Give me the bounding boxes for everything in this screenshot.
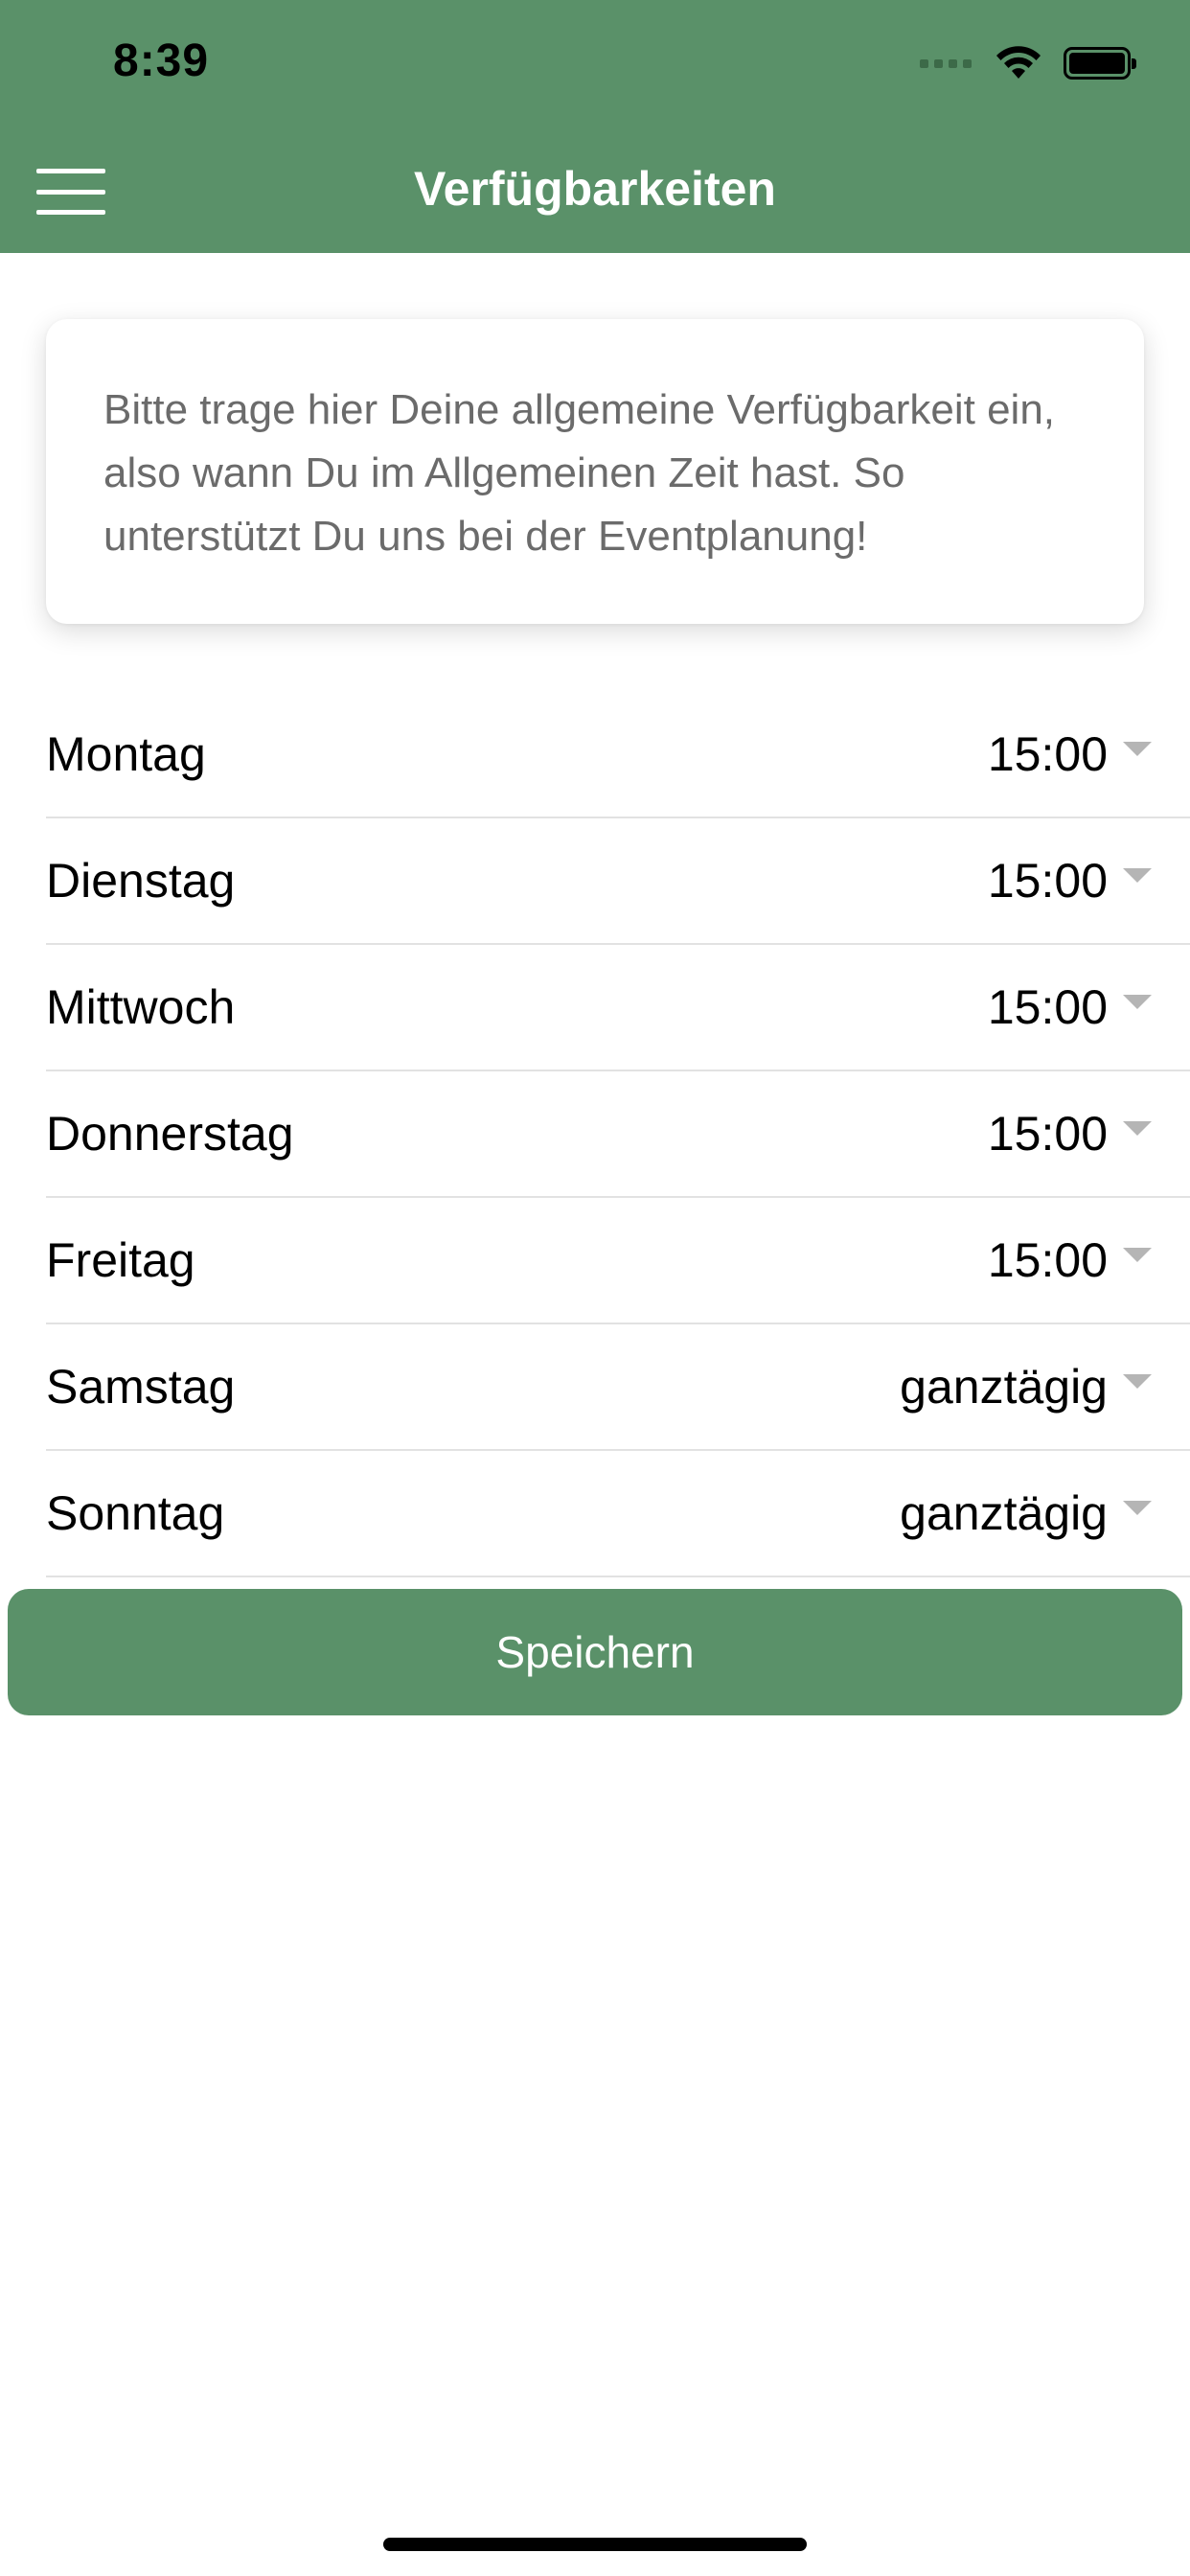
day-value: 15:00 [987, 1233, 1108, 1287]
cellular-signal-icon [920, 58, 972, 68]
day-row-mittwoch[interactable]: Mittwoch 15:00 [46, 945, 1190, 1071]
day-select[interactable]: 15:00 [988, 726, 1152, 782]
day-availability-list: Montag 15:00 Dienstag 15:00 Mittwoch 15:… [46, 692, 1190, 1577]
day-select[interactable]: ganztägig [900, 1485, 1152, 1541]
day-row-dienstag[interactable]: Dienstag 15:00 [46, 818, 1190, 945]
battery-icon [1064, 47, 1136, 80]
chevron-down-icon [1123, 994, 1152, 1009]
day-label: Mittwoch [46, 980, 236, 1034]
day-row-samstag[interactable]: Samstag ganztägig [46, 1324, 1190, 1451]
chevron-down-icon [1123, 1373, 1152, 1389]
day-label: Samstag [46, 1360, 236, 1414]
chevron-down-icon [1123, 1247, 1152, 1262]
day-label: Montag [46, 727, 206, 781]
home-indicator[interactable] [383, 2538, 807, 2551]
chevron-down-icon [1123, 867, 1152, 883]
save-button[interactable]: Speichern [8, 1589, 1182, 1715]
day-select[interactable]: 15:00 [988, 853, 1152, 908]
status-icons [920, 44, 1136, 82]
header: 8:39 Verfügbarkeiten [0, 0, 1190, 253]
day-value: ganztägig [900, 1486, 1108, 1540]
chevron-down-icon [1123, 741, 1152, 756]
status-time: 8:39 [113, 35, 210, 86]
day-value: 15:00 [987, 980, 1108, 1034]
chevron-down-icon [1123, 1120, 1152, 1136]
day-select[interactable]: 15:00 [988, 1106, 1152, 1162]
day-label: Sonntag [46, 1486, 225, 1540]
day-label: Donnerstag [46, 1107, 294, 1161]
day-select[interactable]: 15:00 [988, 1232, 1152, 1288]
page-title: Verfügbarkeiten [414, 162, 776, 216]
info-text: Bitte trage hier Deine allgemeine Verfüg… [103, 386, 1056, 560]
day-select[interactable]: ganztägig [900, 1359, 1152, 1414]
day-value: 15:00 [987, 727, 1108, 781]
chevron-down-icon [1123, 1500, 1152, 1515]
day-value: ganztägig [900, 1360, 1108, 1414]
day-row-donnerstag[interactable]: Donnerstag 15:00 [46, 1071, 1190, 1198]
day-row-montag[interactable]: Montag 15:00 [46, 692, 1190, 818]
screen: 8:39 Verfügbarkeiten Bitte trage hier De… [0, 0, 1190, 2576]
wifi-icon [996, 46, 1041, 79]
day-value: 15:00 [987, 1107, 1108, 1161]
day-value: 15:00 [987, 854, 1108, 908]
day-row-sonntag[interactable]: Sonntag ganztägig [46, 1451, 1190, 1577]
day-select[interactable]: 15:00 [988, 979, 1152, 1035]
day-label: Freitag [46, 1233, 195, 1287]
day-row-freitag[interactable]: Freitag 15:00 [46, 1198, 1190, 1324]
day-label: Dienstag [46, 854, 236, 908]
info-card: Bitte trage hier Deine allgemeine Verfüg… [46, 319, 1144, 624]
